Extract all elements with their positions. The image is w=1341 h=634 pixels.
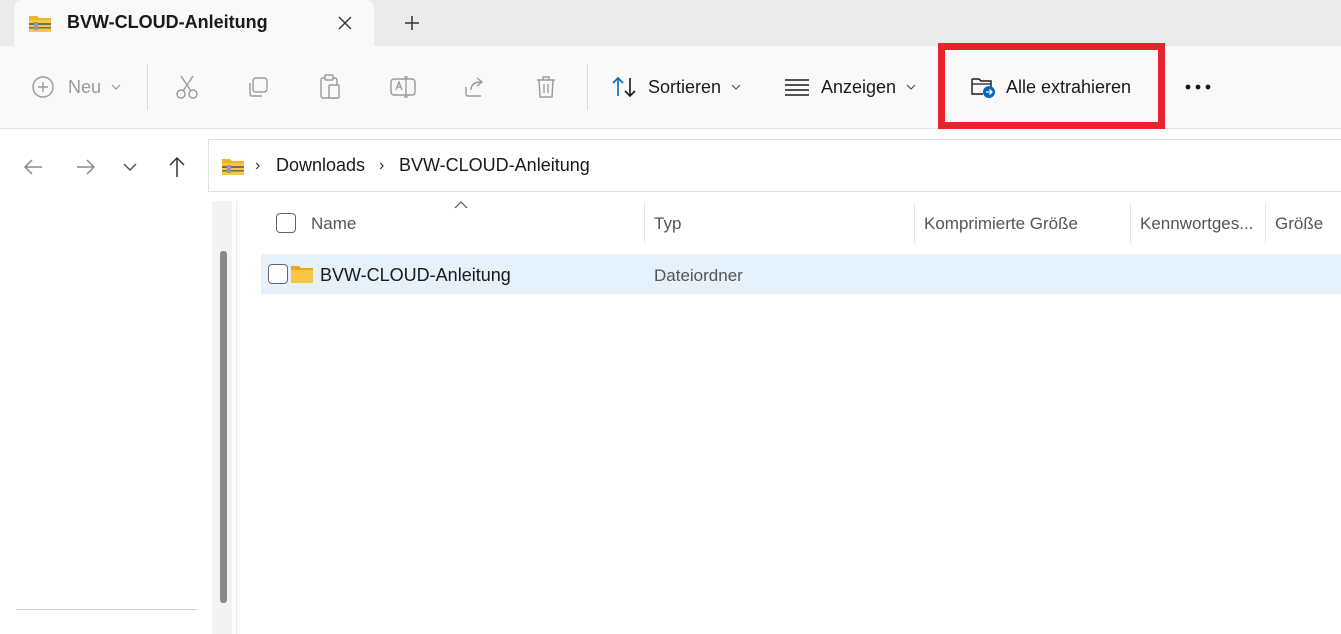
recent-locations-button[interactable] [114,151,146,183]
column-header: Name Typ Komprimierte Größe Kennwortges.… [261,201,1341,249]
navigation-pane [0,201,237,634]
chevron-down-icon [111,84,121,90]
copy-icon [249,77,268,97]
column-compressed-size[interactable]: Komprimierte Größe [924,214,1078,234]
share-icon [465,77,484,97]
more-options-button[interactable] [1184,67,1212,107]
column-password-protected[interactable]: Kennwortges... [1140,214,1253,234]
sort-icon [612,76,636,98]
file-name: BVW-CLOUD-Anleitung [320,265,511,285]
trash-icon [537,76,555,98]
breadcrumb-bvw-cloud-anleitung[interactable]: BVW-CLOUD-Anleitung [399,155,590,176]
tab-close-button[interactable] [330,9,360,37]
chevron-right-icon[interactable]: › [379,157,384,175]
chevron-down-icon [123,163,137,171]
scrollbar-thumb[interactable] [220,251,227,603]
tab-strip: BVW-CLOUD-Anleitung [0,0,1341,46]
column-divider[interactable] [914,203,915,243]
file-row[interactable]: BVW-CLOUD-Anleitung Dateiordner [261,254,1341,294]
zip-folder-icon [29,16,51,32]
row-checkbox[interactable] [268,264,288,284]
tab-bvw-cloud-anleitung[interactable]: BVW-CLOUD-Anleitung [14,0,374,46]
column-divider[interactable] [1130,203,1131,243]
paste-button[interactable] [318,67,342,107]
back-button[interactable] [17,151,49,183]
list-view-icon [785,79,809,96]
arrow-left-icon [23,159,42,175]
up-button[interactable] [161,151,193,183]
zip-folder-icon [222,159,244,175]
chevron-down-icon [731,84,741,90]
share-button[interactable] [463,67,487,107]
new-label: Neu [68,76,102,97]
arrow-up-icon [169,156,185,177]
extract-all-button[interactable]: Alle extrahieren [970,67,1131,107]
sort-label: Sortieren [648,76,722,97]
breadcrumb-downloads[interactable]: Downloads [276,155,365,176]
add-circle-icon [32,76,54,98]
new-tab-button[interactable] [396,9,428,37]
sort-button[interactable]: Sortieren [611,67,741,107]
file-type: Dateiordner [654,266,743,285]
more-icon [1185,84,1211,90]
rename-icon [390,76,416,98]
folder-icon [291,266,313,283]
rename-button[interactable] [390,67,416,107]
toolbar-separator [147,64,148,110]
view-label: Anzeigen [821,76,897,97]
pane-border [236,201,237,634]
navigation-bar: › Downloads › BVW-CLOUD-Anleitung [0,129,1341,201]
column-divider[interactable] [644,203,645,243]
cut-button[interactable] [175,67,199,107]
arrow-right-icon [77,159,96,175]
chevron-down-icon [906,84,916,90]
close-icon [338,16,352,30]
clipboard-icon [320,74,340,99]
column-type[interactable]: Typ [654,214,681,234]
column-name[interactable]: Name [311,214,356,234]
select-all-checkbox[interactable] [276,213,296,233]
scissors-icon [176,75,198,99]
column-divider[interactable] [1265,203,1266,243]
command-bar: Neu Sortieren Anzeigen Alle extrahieren [0,46,1341,129]
new-button[interactable]: Neu [31,67,121,107]
sort-ascending-icon [454,201,468,209]
pane-divider [16,609,197,610]
chevron-right-icon[interactable]: › [255,157,260,175]
tab-title: BVW-CLOUD-Anleitung [67,12,268,32]
copy-button[interactable] [246,67,270,107]
view-button[interactable]: Anzeigen [784,67,916,107]
plus-icon [405,16,419,30]
extract-folder-icon [971,78,995,98]
forward-button[interactable] [70,151,102,183]
toolbar-separator [587,64,588,110]
column-size[interactable]: Größe [1275,214,1323,234]
delete-button[interactable] [535,67,557,107]
extract-all-label: Alle extrahieren [1006,76,1132,97]
address-bar[interactable]: › Downloads › BVW-CLOUD-Anleitung [208,139,1341,192]
